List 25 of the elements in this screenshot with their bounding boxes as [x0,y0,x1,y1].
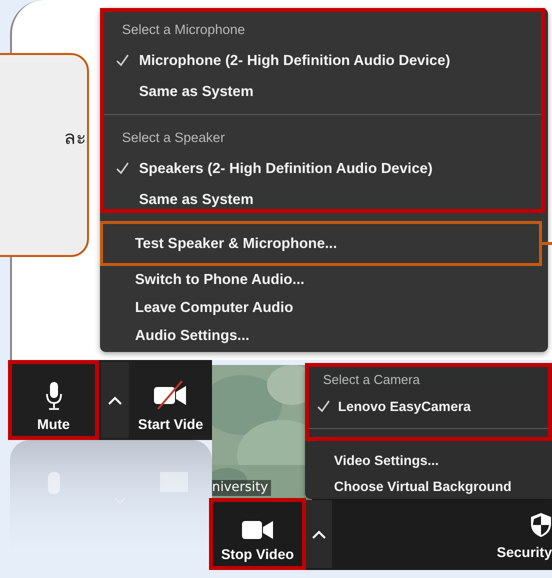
menu-item[interactable]: Test Speaker & Microphone... [100,221,542,266]
caret-button[interactable] [306,500,332,568]
callout-text: ละ [64,126,86,151]
shield-icon [530,512,552,538]
participant-name: niversity [212,480,272,496]
video-off-icon [152,380,188,410]
menu-item[interactable]: Switch to Phone Audio... [100,266,548,294]
microphone-icon [46,382,62,410]
menu-item[interactable]: Leave Computer Audio [100,294,548,322]
menu-item[interactable]: Same as System [104,184,541,215]
video-camera-icon [242,520,274,540]
caret-icon [312,530,326,538]
menu-header: Select a Speaker [121,129,226,147]
mute-button[interactable]: Mute [8,360,99,440]
menu-item[interactable]: Same as System [104,76,541,107]
menu-item[interactable]: Speakers (2- High Definition Audio Device) [104,153,541,184]
video-button[interactable]: Stop Video [209,498,306,570]
caret-icon [108,396,122,404]
menu-item[interactable]: Video Settings... [305,447,552,473]
menu-item[interactable]: Lenovo EasyCamera [309,393,548,419]
menu-header: Select a Camera [322,371,421,389]
menu-item[interactable]: Audio Settings... [100,322,548,350]
menu-header: Select a Microphone [121,21,246,39]
menu-item[interactable]: Choose Virtual Background [305,473,552,499]
menu-item[interactable]: Microphone (2- High Definition Audio Device) [104,45,541,76]
